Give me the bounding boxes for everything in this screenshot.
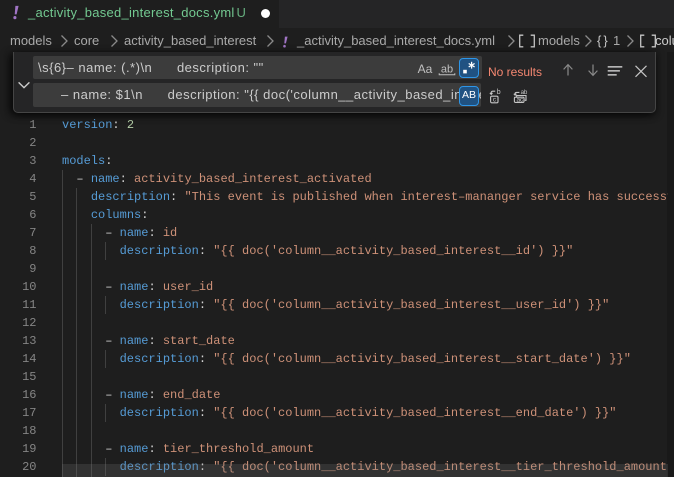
svg-text:b: b — [497, 89, 501, 96]
svg-text:ac: ac — [517, 97, 524, 104]
svg-text:ab: ab — [441, 63, 453, 75]
svg-text:ab: ab — [521, 89, 528, 96]
